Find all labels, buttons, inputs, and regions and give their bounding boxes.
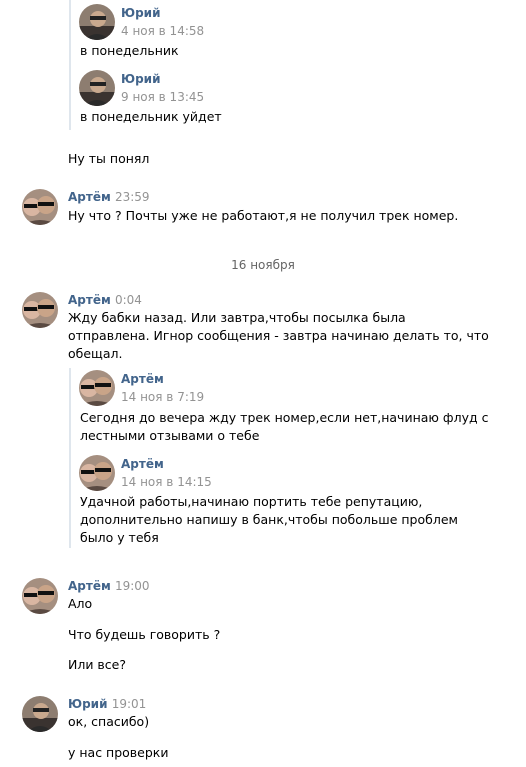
message-text: Ну что ? Почты уже не работают,я не полу… [68,208,459,223]
forward-bar [69,368,71,548]
message-time[interactable]: 19:00 [115,579,150,593]
message-time[interactable]: 0:04 [115,293,142,307]
message-line: обещал. [68,346,123,361]
avatar[interactable] [22,578,58,614]
message-author[interactable]: Артём 19:00 [68,579,150,593]
message-author[interactable]: Артём 23:59 [68,190,150,204]
message-text: у нас проверки [68,745,169,760]
message-line: лестными отзывами о тебе [80,428,260,443]
message-author[interactable]: Юрий 19:01 [68,697,146,711]
message-text: Ну ты понял [68,151,150,166]
forward-author[interactable]: Юрий [121,72,161,86]
message-text: Жду бабки назад. Или завтра,чтобы посылк… [68,309,518,363]
forward-author[interactable]: Артём [121,457,164,471]
message-text: Ало [68,596,93,611]
message-author-name[interactable]: Артём [68,190,111,204]
avatar[interactable] [22,292,58,328]
forward-time[interactable]: 4 ноя в 14:58 [121,24,204,38]
forward-author[interactable]: Артём [121,372,164,386]
forward-bar [69,0,71,130]
message-time[interactable]: 23:59 [115,190,150,204]
avatar[interactable] [79,370,115,406]
message-text: Сегодня до вечера жду трек номер,если не… [80,409,520,445]
message-author-name[interactable]: Артём [68,293,111,307]
message-line: Удачной работы,начинаю портить тебе репу… [80,494,423,509]
message-author-name[interactable]: Артём [68,579,111,593]
message-text: Или все? [68,657,127,672]
forward-time[interactable]: 9 ноя в 13:45 [121,90,204,104]
message-line: Жду бабки назад. Или завтра,чтобы посылк… [68,310,406,325]
avatar[interactable] [79,455,115,491]
message-text: Что будешь говорить ? [68,627,221,642]
message-author[interactable]: Артём 0:04 [68,293,142,307]
avatar[interactable] [22,189,58,225]
message-text: в понедельник [80,43,179,58]
avatar[interactable] [79,70,115,106]
message-line: было у тебя [80,530,159,545]
message-line: отправлена. Игнор сообщения - завтра нач… [68,328,489,343]
message-text: ок, спасибо) [68,714,150,729]
avatar[interactable] [22,696,58,732]
message-line: дополнительно напишу в банк,чтобы поболь… [80,512,458,527]
message-text: Удачной работы,начинаю портить тебе репу… [80,493,520,547]
message-time[interactable]: 19:01 [112,697,147,711]
message-author-name[interactable]: Юрий [68,697,108,711]
forward-author[interactable]: Юрий [121,6,161,20]
forward-time[interactable]: 14 ноя в 7:19 [121,390,204,404]
message-line: Сегодня до вечера жду трек номер,если не… [80,410,489,425]
message-text: в понедельник уйдет [80,109,222,124]
avatar[interactable] [79,4,115,40]
date-separator: 16 ноября [231,258,295,272]
forward-time[interactable]: 14 ноя в 14:15 [121,475,212,489]
